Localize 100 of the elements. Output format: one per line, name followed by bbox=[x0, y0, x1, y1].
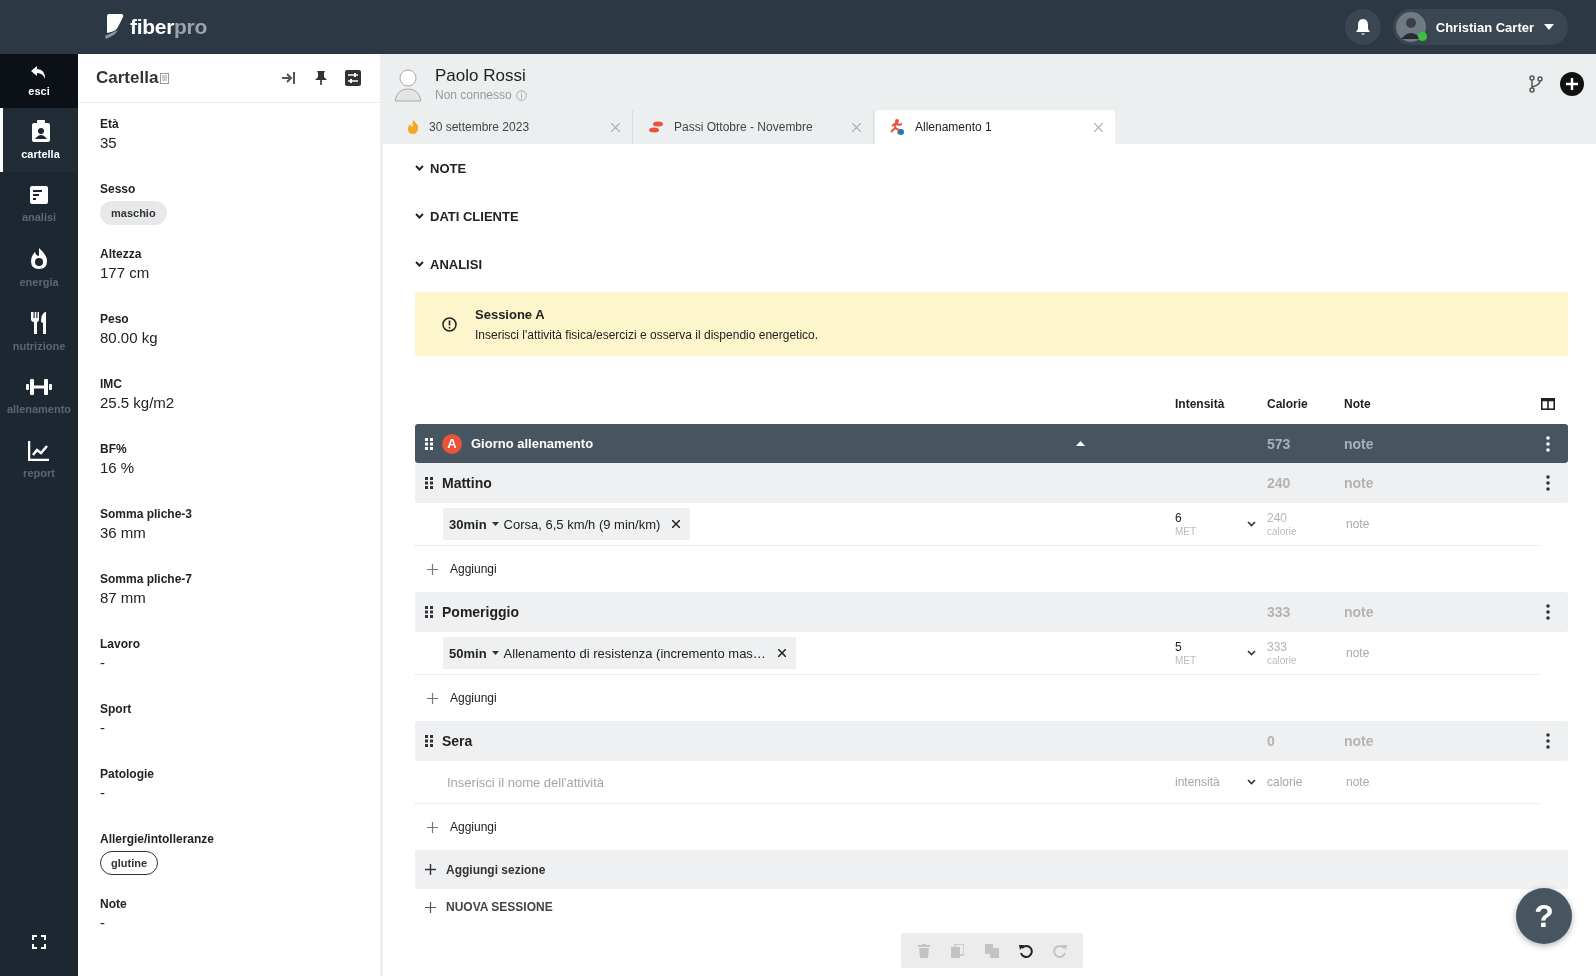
trash-icon bbox=[917, 943, 930, 958]
field-label: Lavoro bbox=[100, 637, 140, 651]
add-button[interactable] bbox=[1560, 72, 1584, 96]
alert-title: Sessione A bbox=[475, 306, 546, 322]
section-toggle[interactable]: ANALISI bbox=[415, 240, 482, 288]
field-value: 87 mm bbox=[100, 589, 146, 606]
pin-icon bbox=[315, 71, 327, 85]
dropdown-icon[interactable] bbox=[1246, 650, 1256, 656]
sliders-icon bbox=[345, 70, 361, 86]
intensity-value[interactable]: 6 bbox=[1175, 511, 1235, 525]
activity-chip[interactable]: 50min Allenamento di resistenza (incremento mas… bbox=[443, 637, 796, 669]
field-label: BF% bbox=[100, 442, 127, 456]
session-title: Giorno allenamento bbox=[471, 436, 594, 451]
drag-handle-icon[interactable] bbox=[425, 477, 433, 489]
remove-icon[interactable] bbox=[777, 649, 786, 657]
caret-icon bbox=[491, 522, 499, 526]
kebab-icon bbox=[1546, 733, 1550, 749]
field-label: IMC bbox=[100, 377, 122, 391]
field-value: - bbox=[100, 914, 105, 931]
group-title: Sera bbox=[442, 733, 473, 749]
chart-icon bbox=[28, 441, 50, 461]
add-activity-button[interactable]: Aggiungi bbox=[415, 546, 497, 592]
section-toggle[interactable]: DATI CLIENTE bbox=[415, 192, 519, 240]
alert-message: Inserisci l'attività fisica/esercizi e osserva il dispendio energetico. bbox=[475, 327, 819, 342]
section-toggle[interactable]: NOTE bbox=[415, 144, 467, 192]
logo-icon bbox=[104, 14, 124, 40]
clipboard-icon bbox=[30, 120, 51, 142]
plus-icon bbox=[427, 692, 438, 704]
help-button[interactable]: ? bbox=[1516, 888, 1572, 944]
calories-total: 333 bbox=[1267, 604, 1292, 620]
add-section-button[interactable]: Aggiungi sezione bbox=[415, 850, 1568, 889]
drag-handle-icon[interactable] bbox=[425, 735, 433, 747]
dropdown-icon[interactable] bbox=[1246, 521, 1256, 527]
columns-icon bbox=[1541, 398, 1555, 410]
field-value: 16 % bbox=[100, 459, 135, 476]
note-field[interactable]: note bbox=[1344, 435, 1528, 452]
field-label: Somma pliche-7 bbox=[100, 572, 193, 586]
tag: maschio bbox=[100, 201, 167, 225]
tab[interactable]: Passi Ottobre - Novembre bbox=[634, 110, 874, 144]
plus-icon bbox=[1566, 78, 1578, 90]
tab[interactable]: 30 settembre 2023 bbox=[393, 110, 633, 144]
document-icon bbox=[29, 185, 49, 205]
field-label: Età bbox=[100, 117, 119, 131]
flame-icon bbox=[29, 248, 49, 270]
column-header: Intensità bbox=[1175, 397, 1226, 411]
field-label: Somma pliche-3 bbox=[100, 507, 193, 521]
document-icon bbox=[160, 72, 170, 84]
user-menu-button[interactable]: Christian Carter bbox=[1392, 9, 1568, 45]
avatar-icon bbox=[393, 66, 423, 102]
copy-icon bbox=[951, 943, 964, 958]
activity-input[interactable]: Inserisci il nome dell'attività bbox=[443, 774, 851, 790]
intensity-value[interactable]: 5 bbox=[1175, 640, 1235, 654]
column-header: Note bbox=[1344, 397, 1372, 411]
add-activity-button[interactable]: Aggiungi bbox=[415, 675, 497, 721]
activity-chip[interactable]: 30min Corsa, 6,5 km/h (9 min/km) bbox=[443, 508, 691, 540]
group-title: Mattino bbox=[442, 475, 492, 491]
calories-input[interactable]: calorie bbox=[1267, 775, 1327, 789]
field-label: Altezza bbox=[100, 247, 142, 261]
new-session-button[interactable]: NUOVA SESSIONE bbox=[415, 889, 553, 925]
field-label: Note bbox=[100, 897, 127, 911]
notifications-button[interactable] bbox=[1344, 9, 1381, 45]
field-value: 35 bbox=[100, 134, 117, 151]
field-value: 177 cm bbox=[100, 264, 150, 281]
tag: glutine bbox=[100, 851, 159, 875]
caret-icon bbox=[491, 651, 499, 655]
runner-icon bbox=[889, 119, 905, 135]
drag-handle-icon[interactable] bbox=[425, 606, 433, 618]
tab[interactable]: Allenamento 1 bbox=[875, 110, 1115, 144]
field-label: Peso bbox=[100, 312, 129, 326]
plus-icon bbox=[427, 563, 438, 575]
chevron-icon bbox=[415, 213, 424, 219]
footprints-icon bbox=[648, 121, 664, 133]
remove-icon[interactable] bbox=[672, 520, 681, 528]
dumbbell-icon bbox=[26, 377, 52, 397]
kebab-icon bbox=[1546, 604, 1550, 620]
plus-icon bbox=[427, 821, 438, 833]
paste-icon bbox=[984, 943, 999, 958]
nav-item[interactable]: cartella bbox=[0, 108, 78, 172]
warning-icon bbox=[442, 316, 457, 332]
field-label: Allergie/intolleranze bbox=[100, 832, 215, 846]
calories-total: 240 bbox=[1267, 475, 1292, 491]
group-title: Pomeriggio bbox=[442, 604, 519, 620]
field-value: 25.5 kg/m2 bbox=[100, 394, 175, 411]
dropdown-icon[interactable] bbox=[1246, 779, 1256, 785]
collapse-icon[interactable] bbox=[1076, 441, 1085, 446]
exit-button[interactable]: esci bbox=[0, 54, 78, 108]
intensity-input[interactable]: intensità bbox=[1175, 775, 1235, 789]
field-value: - bbox=[100, 654, 105, 671]
patient-name: Paolo Rossi bbox=[435, 66, 527, 86]
avatar-icon bbox=[1395, 12, 1426, 42]
chevron-icon bbox=[415, 165, 424, 171]
arrow-to-line-icon bbox=[282, 72, 296, 84]
drag-handle-icon[interactable] bbox=[425, 437, 433, 450]
unit-label: MET bbox=[1175, 526, 1198, 537]
add-activity-button[interactable]: Aggiungi bbox=[415, 804, 497, 850]
column-header: Calorie bbox=[1267, 397, 1309, 411]
unit-label: calorie bbox=[1267, 655, 1298, 666]
session-badge: A bbox=[442, 433, 462, 454]
connection-status: Non connesso bbox=[435, 88, 512, 102]
field-label: Patologie bbox=[100, 767, 154, 781]
